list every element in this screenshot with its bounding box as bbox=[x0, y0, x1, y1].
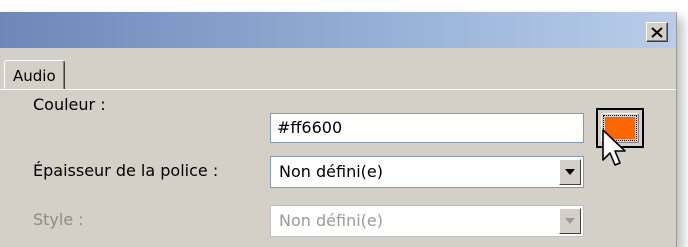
color-input[interactable]: #ff6600 bbox=[270, 113, 584, 143]
mouse-cursor-icon bbox=[602, 129, 626, 166]
close-icon bbox=[651, 26, 663, 38]
font-weight-select[interactable]: Non défini(e) bbox=[270, 156, 584, 188]
tab-strip: Audio bbox=[0, 48, 676, 90]
style-selected-value: Non défini(e) bbox=[279, 211, 383, 230]
close-button[interactable] bbox=[646, 22, 668, 42]
chevron-down-icon bbox=[565, 169, 575, 175]
dialog-window: Audio Couleur : #ff6600 Épaisseur de la … bbox=[0, 12, 677, 247]
font-weight-label: Épaisseur de la police : bbox=[33, 161, 219, 180]
tab-panel-audio: Couleur : #ff6600 Épaisseur de la police… bbox=[0, 90, 676, 247]
tab-audio[interactable]: Audio bbox=[4, 60, 65, 90]
style-label: Style : bbox=[33, 210, 84, 229]
style-dropdown-button[interactable] bbox=[559, 208, 581, 234]
color-label: Couleur : bbox=[33, 95, 106, 114]
font-weight-dropdown-button[interactable] bbox=[559, 159, 581, 185]
title-bar[interactable] bbox=[0, 12, 676, 48]
chevron-down-icon bbox=[565, 218, 575, 224]
style-select[interactable]: Non défini(e) bbox=[270, 205, 584, 237]
font-weight-selected-value: Non défini(e) bbox=[279, 162, 383, 181]
